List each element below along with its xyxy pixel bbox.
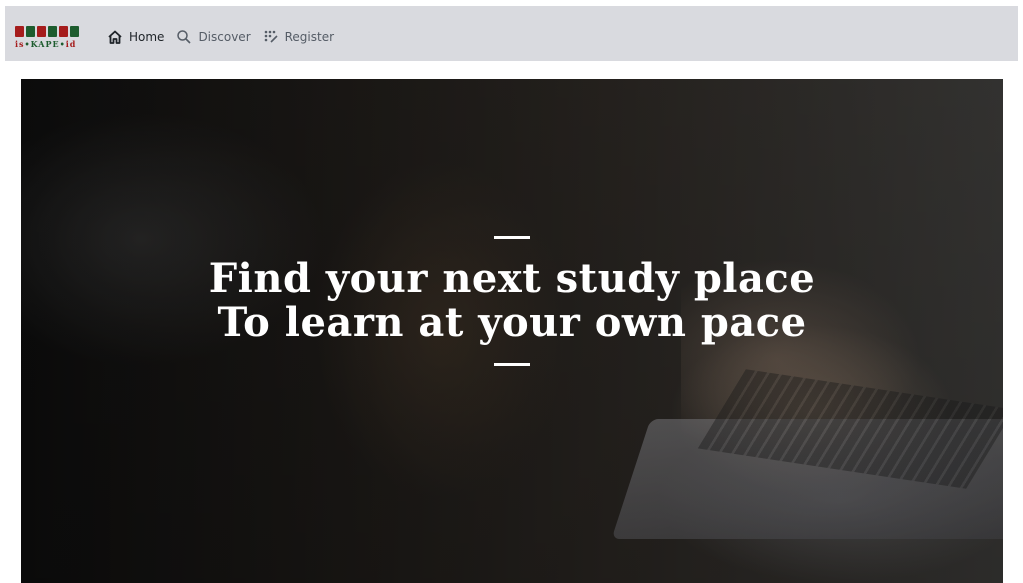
hero-divider-top xyxy=(494,236,530,239)
hero-divider-bottom xyxy=(494,363,530,366)
top-navbar: is•KAPE•id Home Discover Register xyxy=(5,6,1018,61)
search-icon xyxy=(177,29,192,44)
nav-discover[interactable]: Discover xyxy=(176,29,251,45)
nav-register-label: Register xyxy=(284,29,335,44)
nav-home[interactable]: Home xyxy=(107,29,164,45)
home-icon xyxy=(108,30,122,44)
logo-text: is•KAPE•id xyxy=(15,38,77,49)
site-logo[interactable]: is•KAPE•id xyxy=(15,14,91,54)
hero-content: Find your next study place To learn at y… xyxy=(21,79,1003,553)
nav-discover-label: Discover xyxy=(198,29,251,44)
logo-glyphs xyxy=(15,19,91,37)
hero-headline-line1: Find your next study place xyxy=(208,255,816,302)
hero-banner: Find your next study place To learn at y… xyxy=(21,79,1003,583)
nav-register[interactable]: Register xyxy=(263,29,334,45)
nav-home-label: Home xyxy=(129,29,165,44)
register-icon xyxy=(264,30,278,43)
hero-headline-line2: To learn at your own pace xyxy=(217,299,807,346)
